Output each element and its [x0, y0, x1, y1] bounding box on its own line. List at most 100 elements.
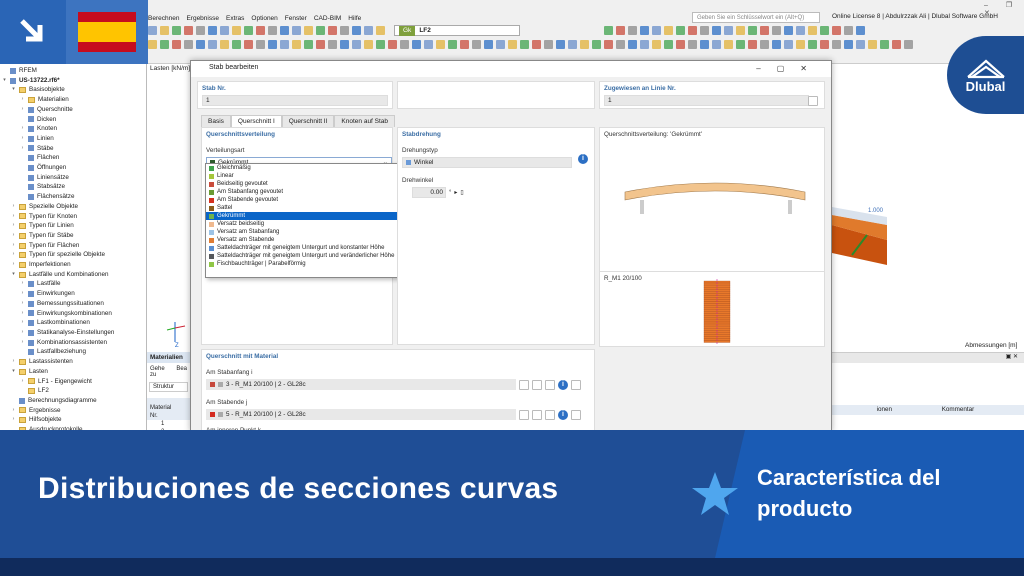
menu-item[interactable]: Extras — [226, 15, 244, 22]
tree-item[interactable]: › Typen für Knoten — [2, 212, 146, 222]
toolbar-button[interactable] — [244, 40, 253, 49]
chevron-icon[interactable]: › — [20, 124, 25, 134]
toolbar-button[interactable] — [760, 26, 769, 35]
tree-item[interactable]: Flächen — [2, 153, 146, 163]
new-button[interactable] — [532, 379, 542, 390]
toolbar-button[interactable] — [544, 40, 553, 49]
toolbar-button[interactable] — [700, 40, 709, 49]
toolbar-button[interactable] — [172, 40, 181, 49]
tree-item[interactable]: › Linien — [2, 134, 146, 144]
toolbar-button[interactable] — [736, 40, 745, 49]
chevron-icon[interactable]: › — [11, 250, 16, 260]
tab-section-1[interactable]: Querschnitt I — [230, 115, 282, 127]
dropdown-option[interactable]: Gekrümmt — [206, 212, 404, 220]
toolbar-button[interactable] — [628, 26, 637, 35]
toolbar-button[interactable] — [808, 40, 817, 49]
toolbar-button[interactable] — [436, 40, 445, 49]
tree-item[interactable]: Flächensätze — [2, 192, 146, 202]
chevron-icon[interactable]: › — [20, 95, 25, 105]
dropdown-option[interactable]: Fischbauchträger | Parabelförmig — [206, 260, 404, 268]
toolbar-button[interactable] — [652, 26, 661, 35]
toolbar-button[interactable] — [700, 26, 709, 35]
tab-nodes-on-member[interactable]: Knoten auf Stab — [334, 115, 396, 127]
toolbar-button[interactable] — [832, 26, 841, 35]
menu-item[interactable]: Hilfe — [348, 15, 361, 22]
toolbar-button[interactable] — [616, 40, 625, 49]
tab-section-2[interactable]: Querschnitt II — [281, 115, 335, 127]
stepper-icon[interactable]: ▸ — [454, 189, 457, 196]
tree-item[interactable]: › Einwirkungskombinationen — [2, 309, 146, 319]
tree-item[interactable]: Dicken — [2, 115, 146, 125]
assigned-line-field[interactable]: 1 — [604, 95, 809, 106]
tree-item[interactable]: RFEM — [2, 66, 146, 76]
toolbar-button[interactable] — [880, 40, 889, 49]
tree-item[interactable]: ▾ Basisobjekte — [2, 85, 146, 95]
dropdown-option[interactable]: Linear — [206, 172, 404, 180]
toolbar-button[interactable] — [676, 26, 685, 35]
tree-item[interactable]: › Typen für spezielle Objekte — [2, 250, 146, 260]
chevron-icon[interactable]: › — [20, 338, 25, 348]
toolbar-button[interactable] — [664, 26, 673, 35]
tree-item[interactable]: › Ergebnisse — [2, 406, 146, 416]
toolbar-button[interactable] — [532, 40, 541, 49]
toolbar-button[interactable] — [688, 26, 697, 35]
member-no-field[interactable]: 1 — [202, 95, 388, 106]
info-icon[interactable]: i — [558, 379, 568, 390]
tree-item[interactable]: Liniensätze — [2, 173, 146, 183]
tree-item[interactable]: › Querschnitte — [2, 105, 146, 115]
table-row[interactable]: 1 — [147, 420, 190, 428]
materials-tab[interactable]: Materialien — [147, 352, 190, 363]
toolbar-button[interactable] — [328, 40, 337, 49]
chevron-icon[interactable]: › — [20, 309, 25, 319]
chevron-icon[interactable]: › — [20, 279, 25, 289]
dropdown-option[interactable]: Versatz beidseitig — [206, 220, 404, 228]
dropdown-option[interactable]: Satteldachträger mit geneigtem Untergurt… — [206, 252, 404, 260]
dropdown-option[interactable]: Gleichmäßig — [206, 164, 404, 172]
toolbar-button[interactable] — [496, 40, 505, 49]
toolbar-button[interactable] — [820, 40, 829, 49]
tree-item[interactable]: › Hilfsobjekte — [2, 415, 146, 425]
toolbar-button[interactable] — [724, 26, 733, 35]
chevron-icon[interactable]: ▾ — [2, 76, 7, 86]
toolbar-button[interactable] — [340, 26, 349, 35]
new-button[interactable] — [532, 409, 542, 420]
goto-menu[interactable]: Gehe zu — [150, 366, 172, 378]
chevron-icon[interactable]: › — [20, 289, 25, 299]
pick-angle-icon[interactable]: ▯ — [460, 189, 463, 196]
tree-item[interactable]: ▾ US-13722.rf6* — [2, 76, 146, 86]
toolbar-button[interactable] — [316, 40, 325, 49]
toolbar-button[interactable] — [844, 26, 853, 35]
toolbar-button[interactable] — [772, 26, 781, 35]
toolbar-button[interactable] — [664, 40, 673, 49]
toolbar-button[interactable] — [856, 26, 865, 35]
toolbar-button[interactable] — [400, 40, 409, 49]
tab-basis[interactable]: Basis — [201, 115, 231, 127]
toolbar-button[interactable] — [784, 26, 793, 35]
toolbar-button[interactable] — [232, 40, 241, 49]
toolbar-button[interactable] — [208, 40, 217, 49]
toolbar-button[interactable] — [256, 40, 265, 49]
toolbar-button[interactable] — [640, 40, 649, 49]
pick-button[interactable] — [571, 379, 581, 390]
toolbar-button[interactable] — [724, 40, 733, 49]
search-input[interactable]: Geben Sie ein Schlüsselwort ein (Alt+Q) — [692, 12, 820, 23]
toolbar-button[interactable] — [760, 40, 769, 49]
tree-item[interactable]: › LF1 - Eigengewicht — [2, 377, 146, 387]
toolbar-button[interactable] — [616, 26, 625, 35]
toolbar-button[interactable] — [556, 40, 565, 49]
toolbar-button[interactable] — [904, 40, 913, 49]
toolbar-button[interactable] — [604, 26, 613, 35]
toolbar-button[interactable] — [748, 26, 757, 35]
toolbar-button[interactable] — [676, 40, 685, 49]
toolbar-button[interactable] — [220, 26, 229, 35]
tree-item[interactable]: › Materialien — [2, 95, 146, 105]
info-icon[interactable]: i — [558, 409, 568, 420]
toolbar-button[interactable] — [712, 26, 721, 35]
toolbar-button[interactable] — [220, 40, 229, 49]
toolbar-button[interactable] — [268, 40, 277, 49]
edit-menu[interactable]: Bea — [176, 366, 187, 378]
chevron-icon[interactable]: › — [11, 202, 16, 212]
toolbar-button[interactable] — [388, 40, 397, 49]
toolbar-button[interactable] — [508, 40, 517, 49]
toolbar-button[interactable] — [196, 26, 205, 35]
